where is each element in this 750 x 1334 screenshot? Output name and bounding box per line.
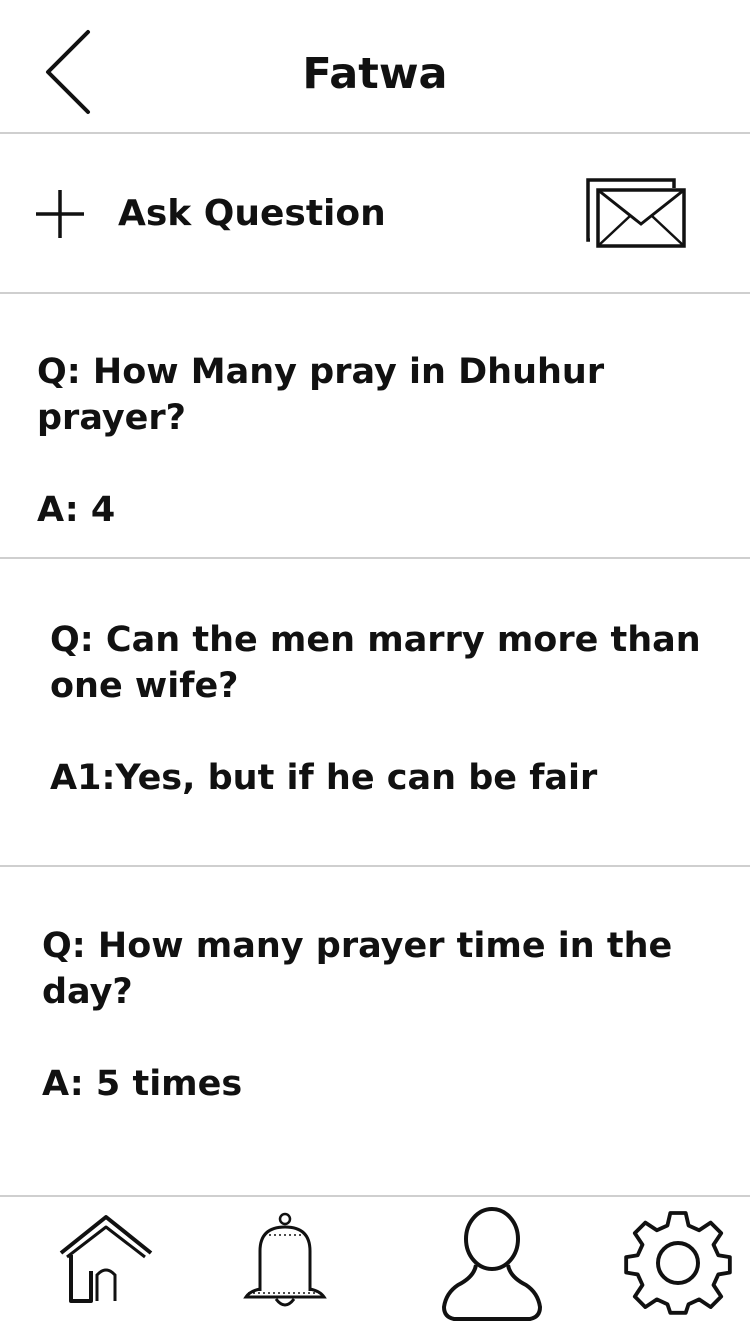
answer-text: A: 4 bbox=[37, 490, 116, 530]
ask-question-row: Ask Question bbox=[0, 134, 750, 294]
ask-question-button[interactable]: Ask Question bbox=[30, 178, 386, 250]
nav-settings-button[interactable] bbox=[620, 1205, 736, 1317]
nav-notifications-button[interactable] bbox=[240, 1211, 330, 1311]
header-bar: Fatwa bbox=[0, 0, 750, 134]
question-text: Q: How Many pray in Dhuhur prayer? bbox=[37, 352, 605, 438]
fatwa-list-item[interactable]: Q: How Many pray in Dhuhur prayer? A: 4 bbox=[0, 294, 750, 559]
nav-home-button[interactable] bbox=[57, 1211, 155, 1307]
nav-profile-button[interactable] bbox=[440, 1203, 544, 1323]
messages-button[interactable] bbox=[584, 176, 690, 252]
user-icon bbox=[442, 1207, 542, 1321]
page-title: Fatwa bbox=[302, 49, 448, 99]
answer-text: A1:Yes, but if he can be fair bbox=[50, 758, 598, 798]
bottom-nav bbox=[0, 1197, 750, 1334]
bell-icon bbox=[243, 1212, 327, 1307]
question-text: Q: Can the men marry more than one wife? bbox=[50, 620, 701, 706]
home-icon bbox=[59, 1215, 153, 1303]
fatwa-list-item[interactable]: Q: How many prayer time in the day? A: 5… bbox=[0, 867, 750, 1197]
plus-icon bbox=[36, 190, 84, 238]
gear-icon bbox=[624, 1211, 732, 1315]
mail-stack-icon bbox=[586, 178, 686, 248]
fatwa-screen: Fatwa Ask Question Q: How Many pray in D… bbox=[0, 0, 750, 1334]
ask-question-label: Ask Question bbox=[118, 193, 386, 234]
answer-text: A: 5 times bbox=[42, 1064, 243, 1104]
fatwa-list-item[interactable]: Q: Can the men marry more than one wife?… bbox=[0, 559, 750, 867]
question-text: Q: How many prayer time in the day? bbox=[42, 926, 673, 1012]
